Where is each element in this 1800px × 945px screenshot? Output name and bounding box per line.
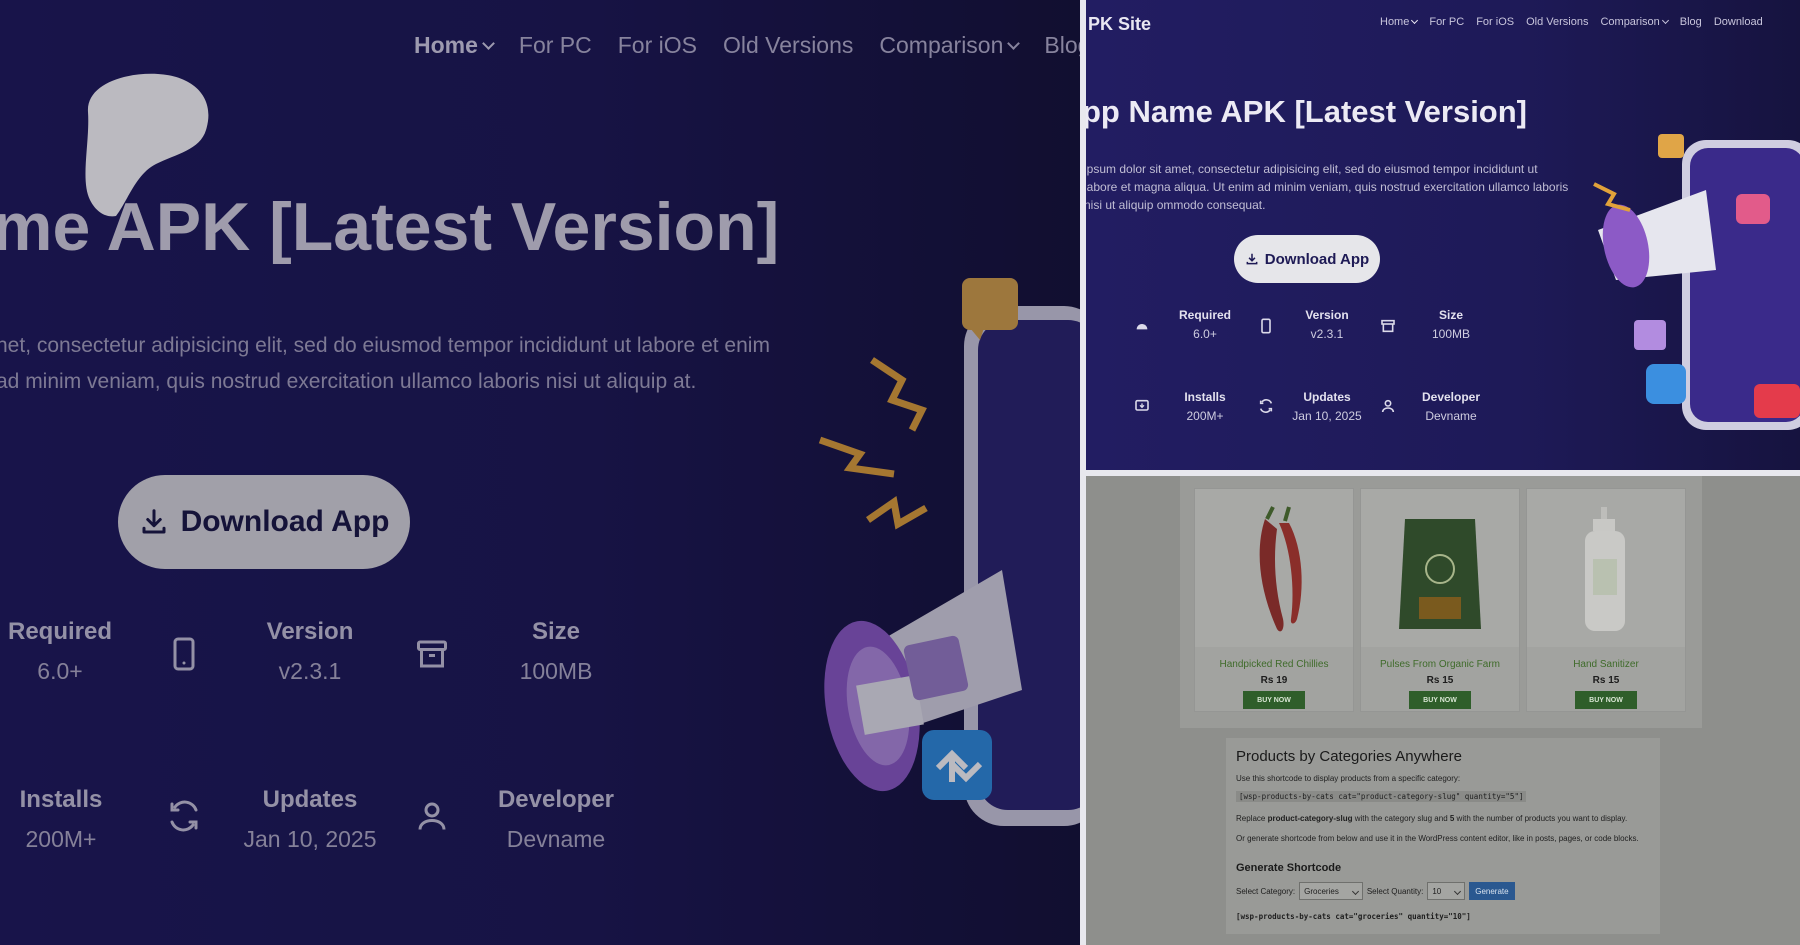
product-card[interactable]: Handpicked Red Chillies Rs 19 BUY NOW: [1194, 488, 1354, 712]
instruction-text: Use this shortcode to display products f…: [1236, 774, 1461, 783]
chevron-down-icon: [482, 36, 495, 50]
page-title: pp Name APK [Latest Version]: [1086, 94, 1528, 129]
stat-installs: Installs 200M+: [19, 786, 103, 852]
nav-comparison[interactable]: Comparison: [1600, 16, 1669, 28]
generate-controls: Select Category: Groceries Select Quanti…: [1236, 882, 1515, 900]
buy-now-button[interactable]: BUY NOW: [1575, 691, 1637, 709]
site-brand[interactable]: PK Site: [1088, 14, 1151, 35]
section-title: Products by Categories Anywhere: [1236, 748, 1462, 765]
shortcode-info-box: Products by Categories Anywhere Use this…: [1226, 738, 1660, 934]
chevron-down-icon: [1454, 887, 1462, 895]
megaphone-illustration: [818, 278, 1080, 826]
stat-size: Size 100MB: [519, 618, 593, 684]
nav-blog[interactable]: Blog: [1680, 16, 1702, 28]
product-name[interactable]: Handpicked Red Chillies: [1195, 659, 1353, 670]
refresh-icon: [1259, 399, 1273, 413]
buy-now-button[interactable]: BUY NOW: [1409, 691, 1471, 709]
product-image: [1527, 489, 1685, 647]
stat-required: Required 6.0+: [7, 618, 112, 684]
install-icon: [1135, 399, 1149, 411]
product-image: [1361, 489, 1519, 647]
nav-blog[interactable]: Blog: [1044, 32, 1080, 59]
pulses-bag-image: [1399, 519, 1481, 629]
generate-button[interactable]: Generate: [1469, 882, 1515, 900]
product-card[interactable]: Hand Sanitizer Rs 15 BUY NOW: [1526, 488, 1686, 712]
hero-description: ipsum dolor sit amet, consectetur adipis…: [1086, 162, 1569, 212]
stat-updates: Updates Jan 10, 2025: [1292, 390, 1362, 423]
nav-for-ios[interactable]: For iOS: [1476, 16, 1514, 28]
category-select[interactable]: Groceries: [1299, 882, 1363, 900]
product-grid: Handpicked Red Chillies Rs 19 BUY NOW Pu…: [1180, 476, 1702, 728]
nav-home[interactable]: Home: [1380, 16, 1419, 28]
product-card[interactable]: Pulses From Organic Farm Rs 15 BUY NOW: [1360, 488, 1520, 712]
download-icon: [142, 509, 166, 534]
chilli-image: [1259, 506, 1302, 632]
nav-home[interactable]: Home: [414, 32, 495, 59]
nav-for-pc[interactable]: For PC: [1429, 16, 1464, 28]
product-price: Rs 19: [1260, 675, 1288, 686]
megaphone-illustration: [1593, 134, 1800, 430]
user-icon: [1381, 399, 1395, 413]
refresh-icon: [170, 800, 198, 832]
user-icon: [418, 802, 446, 830]
page-title: me APK [Latest Version]: [0, 189, 780, 265]
sanitizer-bottle-image: [1585, 507, 1625, 631]
download-app-button[interactable]: Download App: [118, 475, 410, 569]
archive-icon: [1381, 319, 1395, 333]
stat-updates: Updates Jan 10, 2025: [243, 786, 377, 852]
product-name[interactable]: Pulses From Organic Farm: [1361, 659, 1519, 670]
stat-version: Version v2.3.1: [1305, 308, 1349, 341]
download-icon: [1246, 253, 1258, 265]
nav-download[interactable]: Download: [1714, 16, 1763, 28]
category-label: Select Category:: [1236, 886, 1296, 896]
chevron-down-icon: [1661, 16, 1669, 25]
preview-nav: Home For PC For iOS Old Versions Compari…: [1380, 16, 1763, 28]
chevron-down-icon: [1007, 36, 1021, 50]
nav-old-versions[interactable]: Old Versions: [1526, 16, 1588, 28]
buy-now-button[interactable]: BUY NOW: [1243, 691, 1305, 709]
phone-icon: [173, 637, 195, 671]
archive-icon: [417, 640, 447, 668]
nav-for-pc[interactable]: For PC: [519, 32, 592, 59]
chevron-down-icon: [1351, 887, 1359, 895]
stat-required: Required 6.0+: [1178, 308, 1231, 341]
generate-heading: Generate Shortcode: [1236, 862, 1342, 874]
download-app-button[interactable]: Download App: [1234, 235, 1380, 283]
stat-size: Size 100MB: [1431, 308, 1471, 341]
phone-icon: [1261, 318, 1271, 334]
plugin-preview-panel: Handpicked Red Chillies Rs 19 BUY NOW Pu…: [1086, 476, 1800, 945]
stat-installs: Installs 200M+: [1184, 390, 1226, 423]
quantity-label: Select Quantity:: [1366, 886, 1424, 896]
main-nav: Home For PC For iOS Old Versions Compari…: [414, 32, 1080, 59]
shortcode-example: [wsp-products-by-cats cat="product-categ…: [1236, 791, 1527, 802]
hero-zoom-panel: Home For PC For iOS Old Versions Compari…: [0, 0, 1080, 945]
generated-shortcode[interactable]: [wsp-products-by-cats cat="groceries" qu…: [1236, 912, 1471, 921]
stat-version: Version v2.3.1: [266, 618, 354, 684]
stat-developer: Developer Devname: [497, 786, 615, 852]
chevron-down-icon: [1411, 16, 1419, 25]
product-name[interactable]: Hand Sanitizer: [1527, 659, 1685, 670]
generate-instruction: Or generate shortcode from below and use…: [1236, 834, 1639, 843]
site-preview-panel: PK Site Home For PC For iOS Old Versions…: [1086, 0, 1800, 470]
stat-developer: Developer Devname: [1421, 390, 1481, 423]
replace-instruction: Replace product-category-slug with the c…: [1236, 814, 1628, 823]
hero-description: net, consectetur adipisicing elit, sed d…: [0, 334, 770, 393]
nav-for-ios[interactable]: For iOS: [618, 32, 697, 59]
product-image: [1195, 489, 1353, 647]
product-price: Rs 15: [1426, 675, 1454, 686]
nav-comparison[interactable]: Comparison: [879, 32, 1021, 59]
nav-old-versions[interactable]: Old Versions: [723, 32, 853, 59]
product-price: Rs 15: [1592, 675, 1620, 686]
quantity-select[interactable]: 10: [1427, 882, 1466, 900]
android-icon: [1136, 324, 1148, 330]
